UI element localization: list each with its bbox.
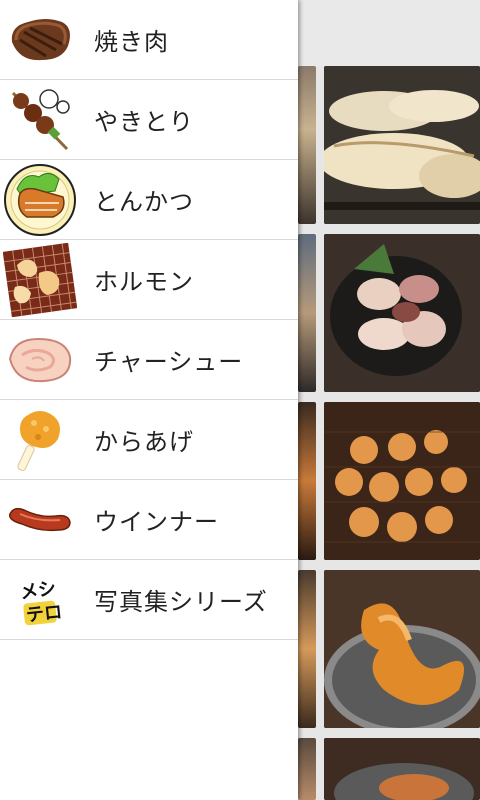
photo-tile[interactable]: [324, 66, 480, 224]
menu-item-label: 焼き肉: [94, 28, 169, 56]
photo-grilled-meat-image: [324, 738, 480, 800]
menu-item-label: からあげ: [94, 428, 194, 456]
menu-item-chashu[interactable]: チャーシュー: [0, 320, 298, 400]
grilled-steak-icon: [0, 0, 80, 79]
menu-item-yakitori[interactable]: やきとり: [0, 80, 298, 160]
photo-tile[interactable]: [298, 66, 316, 224]
photo-tile[interactable]: [298, 234, 316, 392]
menu-item-photo-series[interactable]: メシ テロ 写真集シリーズ: [0, 560, 298, 640]
photo-tile[interactable]: [298, 402, 316, 560]
photo-raw-chicken-image: [324, 234, 480, 392]
karaage-icon: [0, 400, 80, 479]
photo-horumon-grill-image: [324, 570, 480, 728]
menu-item-label: ウインナー: [94, 508, 219, 536]
sausage-icon: [0, 480, 80, 559]
menu-item-label: やきとり: [94, 108, 194, 136]
menu-item-tonkatsu[interactable]: とんかつ: [0, 160, 298, 240]
app-toolbar: [298, 0, 480, 66]
menu-item-yakiniku[interactable]: 焼き肉: [0, 0, 298, 80]
photo-grid-background: [298, 0, 480, 800]
photo-grilled-skewers-image: [324, 402, 480, 560]
meshi-tero-logo-icon: メシ テロ: [0, 560, 80, 639]
menu-item-label: とんかつ: [94, 188, 194, 216]
navigation-drawer: 焼き肉 やきとり とんかつ ホルモン チャーシュー からあげ ウインナー メシ …: [0, 0, 298, 800]
menu-item-label: チャーシュー: [94, 348, 244, 376]
menu-item-label: ホルモン: [94, 268, 194, 296]
photo-tile[interactable]: [324, 234, 480, 392]
yakitori-skewer-icon: [0, 80, 80, 159]
menu-item-karaage[interactable]: からあげ: [0, 400, 298, 480]
photo-grilled-meat-image: [324, 66, 480, 224]
tonkatsu-plate-icon: [0, 160, 80, 239]
horumon-grill-icon: [0, 240, 80, 319]
menu-item-label: 写真集シリーズ: [94, 588, 268, 616]
svg-text:メシ: メシ: [19, 577, 58, 603]
svg-text:テロ: テロ: [25, 601, 63, 626]
photo-tile[interactable]: [324, 402, 480, 560]
photo-tile[interactable]: [298, 738, 316, 800]
chashu-slice-icon: [0, 320, 80, 399]
photo-tile[interactable]: [298, 570, 316, 728]
photo-tile[interactable]: [324, 738, 480, 800]
photo-tile[interactable]: [324, 570, 480, 728]
menu-item-horumon[interactable]: ホルモン: [0, 240, 298, 320]
menu-item-wiener[interactable]: ウインナー: [0, 480, 298, 560]
